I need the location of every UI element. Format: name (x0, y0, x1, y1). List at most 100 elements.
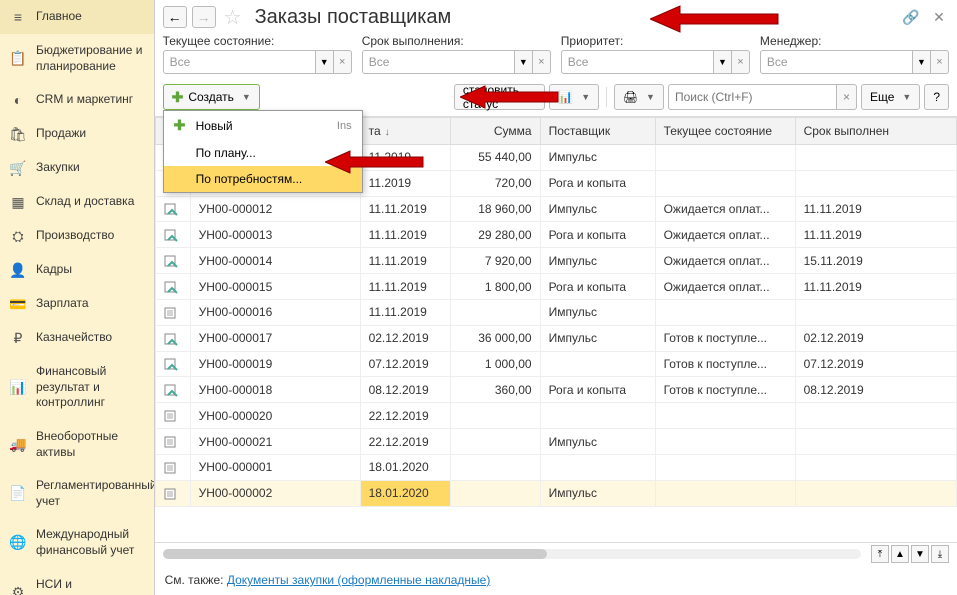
toolbar: ✚ Создать ▼ ✚НовыйInsПо плану...По потре… (155, 80, 957, 116)
sidebar-icon: ▦ (10, 194, 26, 210)
sidebar-item[interactable]: 🛒Закупки (0, 151, 154, 185)
cell-icon (155, 248, 190, 274)
table-row[interactable]: УН00-000015 11.11.2019 1 800,00 Рога и к… (155, 274, 956, 300)
footer-link[interactable]: Документы закупки (оформленные накладные… (227, 573, 491, 587)
sidebar-item-label: Главное (36, 9, 82, 25)
more-button[interactable]: Еще ▼ (861, 84, 920, 110)
cell-due: 08.12.2019 (795, 377, 956, 403)
search-clear-button[interactable]: × (837, 84, 857, 110)
filter-dropdown-button[interactable]: ▼ (316, 50, 334, 74)
col-date[interactable]: та↓ (360, 118, 450, 145)
hscroll-thumb[interactable] (163, 549, 547, 559)
goto-top-button[interactable]: ⤒ (871, 545, 889, 563)
col-sum[interactable]: Сумма (450, 118, 540, 145)
menu-item[interactable]: По плану... (164, 140, 362, 166)
cell-date: 11.2019 (360, 170, 450, 196)
cell-supplier (540, 454, 655, 480)
cell-number: УН00-000019 (190, 351, 360, 377)
cell-sum (450, 454, 540, 480)
table-row[interactable]: УН00-000001 18.01.2020 (155, 454, 956, 480)
table-row[interactable]: УН00-000013 11.11.2019 29 280,00 Рога и … (155, 222, 956, 248)
col-supplier[interactable]: Поставщик (540, 118, 655, 145)
filter-clear-button[interactable]: × (334, 50, 352, 74)
filter-select[interactable]: Все (163, 50, 316, 74)
cell-sum: 18 960,00 (450, 196, 540, 222)
sidebar-item[interactable]: ≡Главное (0, 0, 154, 34)
plus-icon: ✚ (172, 89, 184, 106)
sidebar-item[interactable]: 👤Кадры (0, 253, 154, 287)
col-due[interactable]: Срок выполнен (795, 118, 956, 145)
create-button[interactable]: ✚ Создать ▼ (163, 84, 260, 110)
report-button[interactable]: 📊 ▼ (549, 84, 599, 110)
filter-group: Менеджер: Все ▼ × (760, 34, 949, 74)
more-button-label: Еще (870, 90, 894, 104)
sidebar-item[interactable]: 📋Бюджетирование и планирование (0, 34, 154, 83)
nav-forward-button[interactable]: → (192, 6, 216, 28)
filter-select[interactable]: Все (362, 50, 515, 74)
cell-sum: 360,00 (450, 377, 540, 403)
cell-due: 02.12.2019 (795, 325, 956, 351)
sidebar-item[interactable]: 🌐Международный финансовый учет (0, 518, 154, 567)
print-button[interactable]: 🖨 ▼ (614, 84, 664, 110)
cell-sum: 720,00 (450, 170, 540, 196)
close-icon[interactable]: ✕ (929, 7, 949, 27)
filter-select[interactable]: Все (561, 50, 714, 74)
cell-number: УН00-000012 (190, 196, 360, 222)
filter-dropdown-button[interactable]: ▼ (913, 50, 931, 74)
menu-item-label: По плану... (196, 146, 256, 160)
cell-number: УН00-000002 (190, 480, 360, 506)
sidebar-item[interactable]: ⛭Производство (0, 219, 154, 253)
sidebar-item[interactable]: 📄Регламентированный учет (0, 469, 154, 518)
main-panel: ← → ☆ Заказы поставщикам 🔗 ✕ Текущее сос… (155, 0, 957, 595)
goto-down-button[interactable]: ▼ (911, 545, 929, 563)
filter-select[interactable]: Все (760, 50, 913, 74)
menu-item[interactable]: ✚НовыйIns (164, 111, 362, 140)
table-row[interactable]: УН00-000014 11.11.2019 7 920,00 Импульс … (155, 248, 956, 274)
table-row[interactable]: УН00-000012 11.11.2019 18 960,00 Импульс… (155, 196, 956, 222)
nav-back-button[interactable]: ← (163, 6, 187, 28)
filter-dropdown-button[interactable]: ▼ (714, 50, 732, 74)
sidebar-item[interactable]: 💳Зарплата (0, 287, 154, 321)
table-row[interactable]: УН00-000018 08.12.2019 360,00 Рога и коп… (155, 377, 956, 403)
cell-number: УН00-000016 (190, 299, 360, 325)
table-row[interactable]: УН00-000021 22.12.2019 Импульс (155, 429, 956, 455)
document-icon (164, 332, 178, 346)
goto-up-button[interactable]: ▲ (891, 545, 909, 563)
set-status-label: становить статус (463, 83, 520, 111)
cell-date: 18.01.2020 (360, 480, 450, 506)
sidebar-item[interactable]: ₽Казначейство (0, 321, 154, 355)
filter-clear-button[interactable]: × (931, 50, 949, 74)
help-button[interactable]: ? (924, 84, 949, 110)
link-icon[interactable]: 🔗 (901, 7, 921, 27)
cell-icon (155, 299, 190, 325)
cell-status (655, 403, 795, 429)
sidebar-item[interactable]: 📊Финансовый результат и контроллинг (0, 355, 154, 420)
set-status-button[interactable]: становить статус ▼ (454, 84, 545, 110)
cell-status (655, 429, 795, 455)
sidebar-item[interactable]: 🛍Продажи (0, 117, 154, 151)
table-row[interactable]: УН00-000002 18.01.2020 Импульс (155, 480, 956, 506)
table-row[interactable]: УН00-000017 02.12.2019 36 000,00 Импульс… (155, 325, 956, 351)
filter-clear-button[interactable]: × (533, 50, 551, 74)
table-row[interactable]: УН00-000020 22.12.2019 (155, 403, 956, 429)
table-row[interactable]: УН00-000019 07.12.2019 1 000,00 Готов к … (155, 351, 956, 377)
sidebar-item[interactable]: 🚚Внеоборотные активы (0, 420, 154, 469)
col-status[interactable]: Текущее состояние (655, 118, 795, 145)
cell-icon (155, 222, 190, 248)
filter-dropdown-button[interactable]: ▼ (515, 50, 533, 74)
hscroll-track[interactable] (163, 549, 861, 559)
search-input[interactable] (668, 84, 837, 110)
table-row[interactable]: УН00-000016 11.11.2019 Импульс (155, 299, 956, 325)
menu-item[interactable]: По потребностям... (164, 166, 362, 192)
cell-icon (155, 351, 190, 377)
sidebar-item[interactable]: ◐CRM и маркетинг (0, 83, 154, 117)
filter-clear-button[interactable]: × (732, 50, 750, 74)
goto-bottom-button[interactable]: ⤓ (931, 545, 949, 563)
favorite-star-icon[interactable]: ☆ (221, 5, 245, 29)
cell-date: 11.11.2019 (360, 196, 450, 222)
cell-number: УН00-000001 (190, 454, 360, 480)
cell-due (795, 403, 956, 429)
sidebar-item[interactable]: ▦Склад и доставка (0, 185, 154, 219)
sidebar-item[interactable]: ⚙НСИ и администрирование (0, 568, 154, 595)
cell-sum (450, 429, 540, 455)
